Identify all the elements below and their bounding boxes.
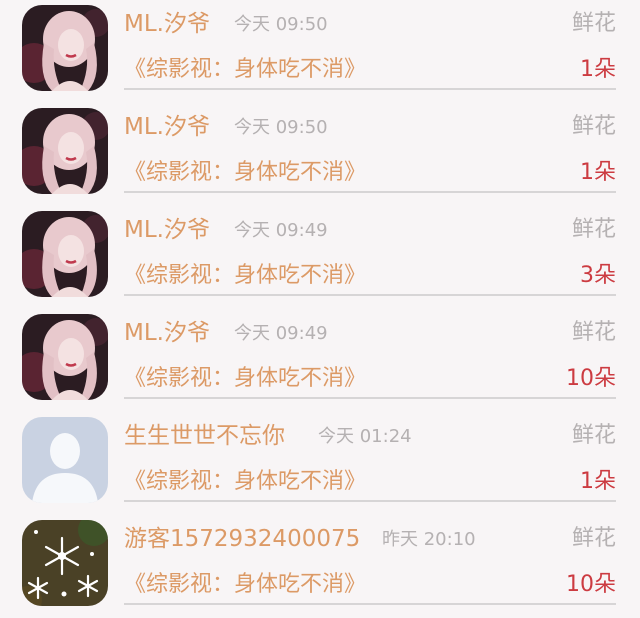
work-title[interactable]: 《综影视：身体吃不消》: [124, 570, 366, 600]
work-title[interactable]: 《综影视：身体吃不消》: [124, 55, 366, 85]
gift-row[interactable]: 游客1572932400075 昨天 20:10 鲜花 《综影视：身体吃不消》 …: [0, 515, 640, 618]
gift-list: ML.汐爷 今天 09:50 鲜花 《综影视：身体吃不消》 1朵 ML.汐爷 今…: [0, 0, 640, 606]
gift-row[interactable]: ML.汐爷 今天 09:50 鲜花 《综影视：身体吃不消》 1朵: [0, 0, 640, 103]
work-title[interactable]: 《综影视：身体吃不消》: [124, 261, 366, 291]
gift-time: 今天 09:49: [234, 323, 328, 344]
default-user-avatar-icon[interactable]: [22, 417, 108, 503]
gift-time: 今天 09:49: [234, 220, 328, 241]
gift-row[interactable]: 生生世世不忘你 今天 01:24 鲜花 《综影视：身体吃不消》 1朵: [0, 412, 640, 515]
divider: [124, 88, 616, 90]
divider: [124, 603, 616, 605]
gift-type: 鲜花: [571, 114, 616, 139]
divider: [124, 294, 616, 296]
gift-time: 昨天 20:10: [382, 529, 476, 550]
gift-time: 今天 01:24: [318, 426, 412, 447]
sender-name[interactable]: 生生世世不忘你: [124, 421, 285, 451]
gift-row[interactable]: ML.汐爷 今天 09:50 鲜花 《综影视：身体吃不消》 1朵: [0, 103, 640, 206]
gift-time: 今天 09:50: [234, 117, 328, 138]
work-title[interactable]: 《综影视：身体吃不消》: [124, 467, 366, 497]
gift-type: 鲜花: [571, 11, 616, 36]
divider: [124, 397, 616, 399]
gift-count: 1朵: [580, 469, 616, 494]
work-title[interactable]: 《综影视：身体吃不消》: [124, 364, 366, 394]
divider: [124, 500, 616, 502]
portrait-avatar-icon[interactable]: [22, 314, 108, 400]
gift-count: 10朵: [566, 366, 616, 391]
gift-count: 10朵: [566, 572, 616, 597]
divider: [124, 191, 616, 193]
sender-name[interactable]: ML.汐爷: [124, 215, 210, 245]
gift-count: 3朵: [580, 263, 616, 288]
gift-type: 鲜花: [571, 526, 616, 551]
gift-count: 1朵: [580, 160, 616, 185]
sender-name[interactable]: 游客1572932400075: [124, 524, 360, 554]
portrait-avatar-icon[interactable]: [22, 211, 108, 297]
portrait-avatar-icon[interactable]: [22, 5, 108, 91]
sender-name[interactable]: ML.汐爷: [124, 112, 210, 142]
gift-type: 鲜花: [571, 423, 616, 448]
sender-name[interactable]: ML.汐爷: [124, 9, 210, 39]
portrait-avatar-icon[interactable]: [22, 108, 108, 194]
sender-name[interactable]: ML.汐爷: [124, 318, 210, 348]
gift-row[interactable]: ML.汐爷 今天 09:49 鲜花 《综影视：身体吃不消》 10朵: [0, 309, 640, 412]
gift-time: 今天 09:50: [234, 14, 328, 35]
snowflake-avatar-icon[interactable]: [22, 520, 108, 606]
gift-row[interactable]: ML.汐爷 今天 09:49 鲜花 《综影视：身体吃不消》 3朵: [0, 206, 640, 309]
gift-type: 鲜花: [571, 217, 616, 242]
gift-type: 鲜花: [571, 320, 616, 345]
gift-count: 1朵: [580, 57, 616, 82]
work-title[interactable]: 《综影视：身体吃不消》: [124, 158, 366, 188]
